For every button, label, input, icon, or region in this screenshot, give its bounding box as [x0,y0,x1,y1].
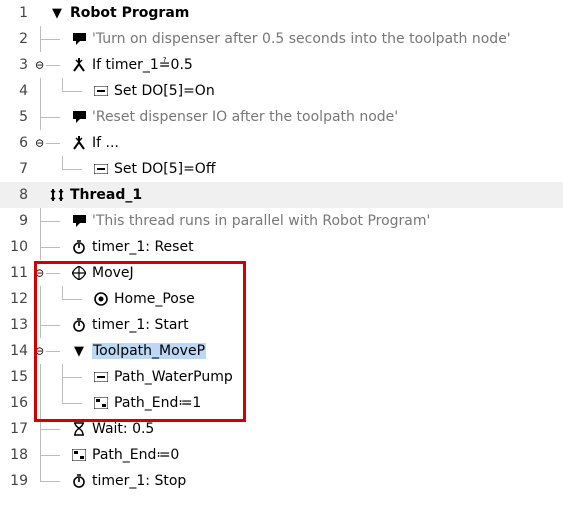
tree-row[interactable]: 9 'This thread runs in parallel with Rob… [0,208,563,234]
node-label: Path_WaterPump [114,369,233,385]
tree-row[interactable]: 7 Set DO[5]=Off [0,156,563,182]
tree-gutter [34,416,70,442]
comment-icon [70,30,88,48]
line-number: 15 [0,369,34,385]
tree-row[interactable]: 2 'Turn on dispenser after 0.5 seconds i… [0,26,563,52]
line-number: 19 [0,473,34,489]
set-icon [92,82,110,100]
node-label: Path_End≔1 [114,395,201,411]
tree-row[interactable]: 3 ⊖ If timer_1≟0.5 [0,52,563,78]
tree-gutter [34,364,92,390]
tree-row[interactable]: 10 timer_1: Reset [0,234,563,260]
tree-row[interactable]: 14 ⊖ ▼ Toolpath_MoveP [0,338,563,364]
branch-icon [70,134,88,152]
tree-row[interactable]: 5 'Reset dispenser IO after the toolpath… [0,104,563,130]
node-label: Wait: 0.5 [92,421,154,437]
line-number: 18 [0,447,34,463]
tree-row[interactable]: 13 timer_1: Start [0,312,563,338]
tree-row[interactable]: 1 ▼ Robot Program [0,0,563,26]
node-label: 'Turn on dispenser after 0.5 seconds int… [92,31,511,47]
line-number: 9 [0,213,34,229]
assign-icon [70,446,88,464]
line-number: 1 [0,5,34,21]
timer-icon [70,472,88,490]
triangle-down-icon[interactable]: ▼ [48,4,66,22]
node-label: Set DO[5]=On [114,83,215,99]
comment-icon [70,108,88,126]
tree-gutter [34,182,48,208]
tree-row[interactable]: 16 Path_End≔1 [0,390,563,416]
timer-icon [70,316,88,334]
line-number: 6 [0,135,34,151]
node-label: Home_Pose [114,291,195,307]
node-label: Set DO[5]=Off [114,161,215,177]
tree-gutter [34,208,70,234]
line-number: 4 [0,83,34,99]
set-icon [92,160,110,178]
node-label-selected: Toolpath_MoveP [92,343,206,359]
node-label: timer_1: Start [92,317,189,333]
tree-gutter: ⊖ [34,130,70,156]
waypoint-icon [92,290,110,308]
node-label: If ... [92,135,119,151]
node-label: timer_1: Reset [92,239,194,255]
assign-icon [92,394,110,412]
line-number: 10 [0,239,34,255]
tree-gutter [34,286,92,312]
collapse-toggle[interactable]: ⊖ [35,267,44,280]
tree-gutter: ⊖ [34,338,70,364]
node-label: timer_1: Stop [92,473,186,489]
tree-row[interactable]: 11 ⊖ MoveJ [0,260,563,286]
node-label: MoveJ [92,265,134,281]
node-label: 'This thread runs in parallel with Robot… [92,213,430,229]
timer-icon [70,238,88,256]
tree-row[interactable]: 8 Thread_1 [0,182,563,208]
thread-icon [48,186,66,204]
tree-row[interactable]: 12 Home_Pose [0,286,563,312]
branch-icon [70,56,88,74]
tree-row[interactable]: 6 ⊖ If ... [0,130,563,156]
line-number: 5 [0,109,34,125]
tree-gutter [34,104,70,130]
line-number: 16 [0,395,34,411]
line-number: 13 [0,317,34,333]
tree-row[interactable]: 19 timer_1: Stop [0,468,563,494]
tree-row[interactable]: 17 Wait: 0.5 [0,416,563,442]
tree-gutter [34,26,70,52]
line-number: 2 [0,31,34,47]
tree-gutter [34,0,48,26]
tree-row[interactable]: 4 Set DO[5]=On [0,78,563,104]
tree-row[interactable]: 15 Path_WaterPump [0,364,563,390]
line-number: 7 [0,161,34,177]
tree-gutter [34,156,92,182]
triangle-down-icon[interactable]: ▼ [70,342,88,360]
tree-gutter: ⊖ [34,260,70,286]
node-label: Robot Program [70,5,189,21]
tree-gutter: ⊖ [34,52,70,78]
tree-gutter [34,468,70,494]
tree-gutter [34,312,70,338]
tree-row[interactable]: 18 Path_End≔0 [0,442,563,468]
set-icon [92,368,110,386]
line-number: 11 [0,265,34,281]
comment-icon [70,212,88,230]
hourglass-icon [70,420,88,438]
node-label: If timer_1≟0.5 [92,57,193,73]
line-number: 12 [0,291,34,307]
line-number: 8 [0,187,34,203]
collapse-toggle[interactable]: ⊖ [35,59,44,72]
tree-gutter [34,234,70,260]
collapse-toggle[interactable]: ⊖ [35,137,44,150]
node-label: Path_End≔0 [92,447,179,463]
tree-gutter [34,442,70,468]
node-label: 'Reset dispenser IO after the toolpath n… [92,109,398,125]
line-number: 3 [0,57,34,73]
line-number: 14 [0,343,34,359]
tree-gutter [34,390,92,416]
line-number: 17 [0,421,34,437]
collapse-toggle[interactable]: ⊖ [35,345,44,358]
move-icon [70,264,88,282]
tree-gutter [34,78,92,104]
node-label: Thread_1 [70,187,142,203]
